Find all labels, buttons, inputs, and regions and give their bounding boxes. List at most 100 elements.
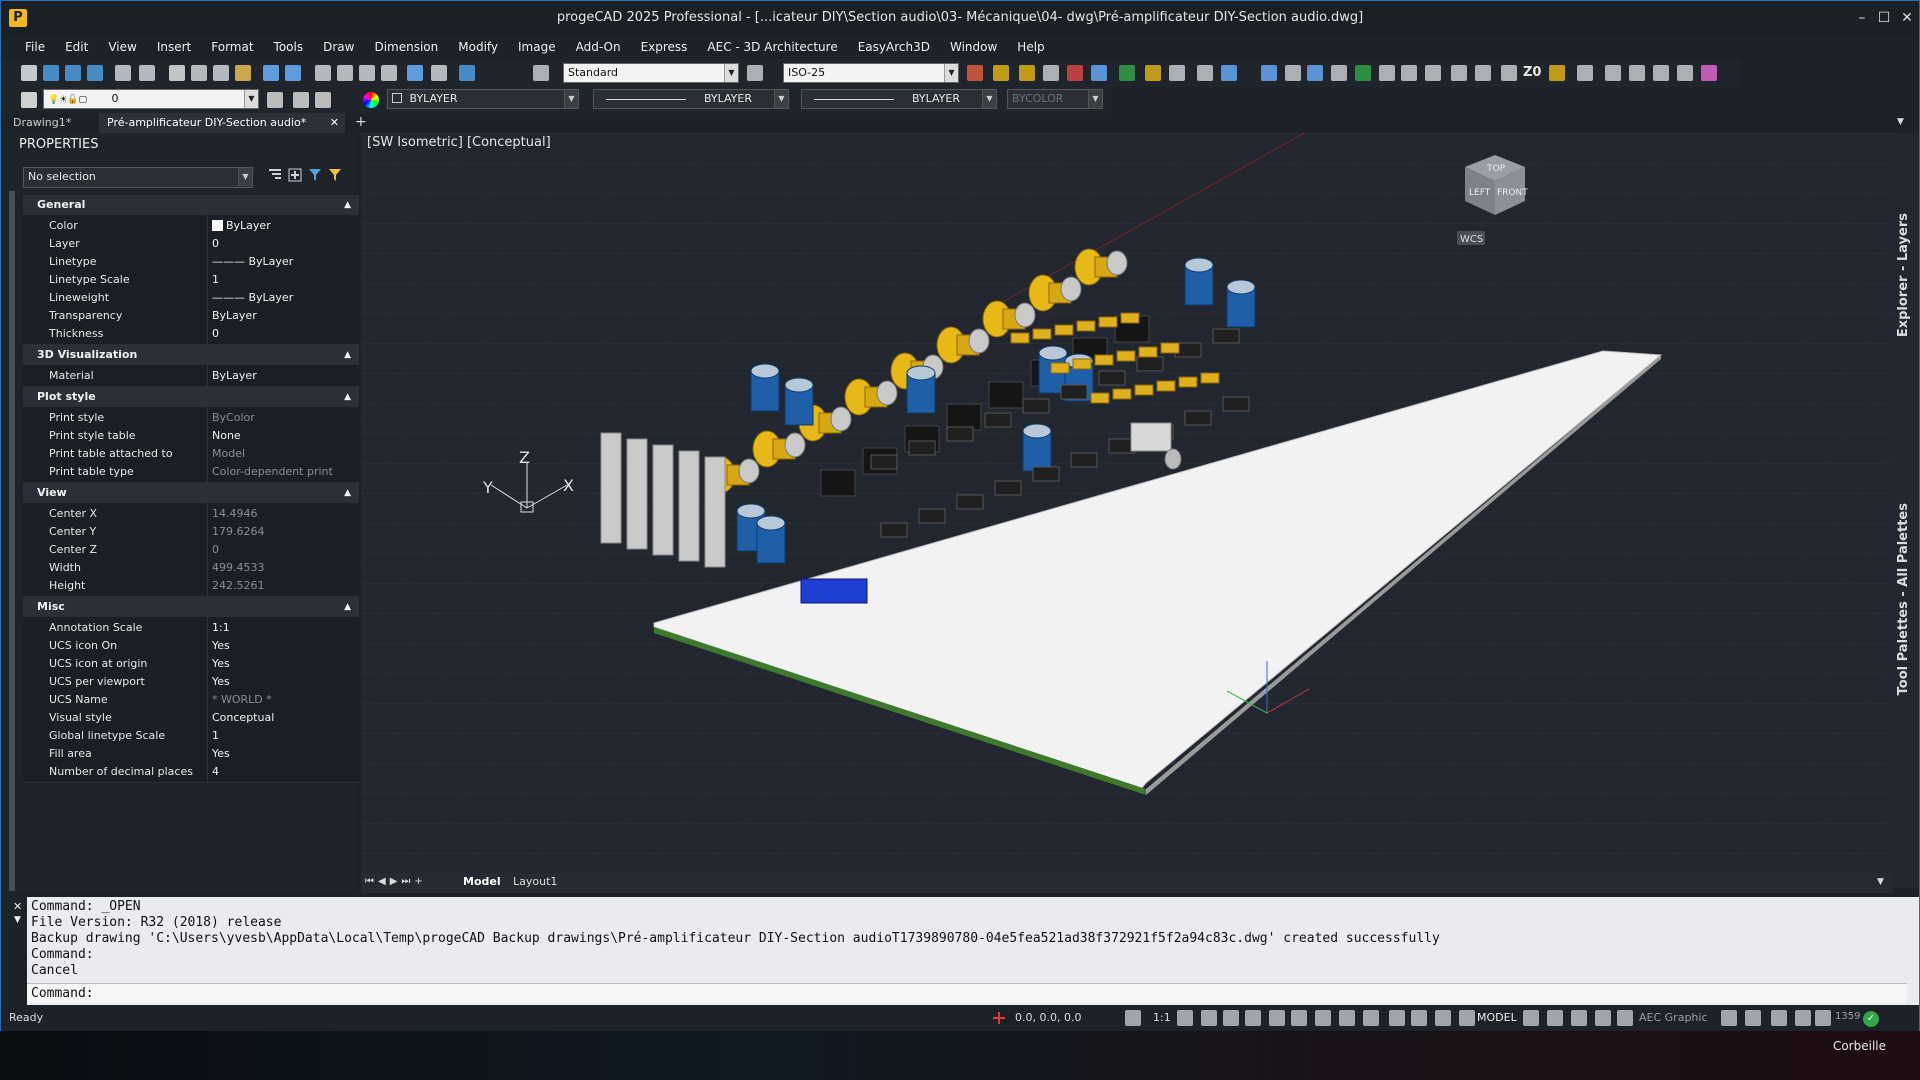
toolbar-tool-icon[interactable] — [43, 65, 59, 81]
chevron-down-icon[interactable]: ▼ — [944, 64, 958, 82]
annotation-scale[interactable]: 1:1 — [1153, 1011, 1171, 1024]
menu-view[interactable]: View — [98, 35, 146, 59]
collapse-icon[interactable]: ▲ — [344, 483, 351, 503]
toolbar-tool-icon[interactable] — [1379, 65, 1395, 81]
toolbar-tool-icon[interactable] — [213, 65, 229, 81]
toolbar-tool-icon[interactable] — [21, 65, 37, 81]
menu-draw[interactable]: Draw — [313, 35, 364, 59]
menu-file[interactable]: File — [15, 35, 55, 59]
chevron-down-icon[interactable]: ▼ — [774, 90, 788, 108]
menu-dimension[interactable]: Dimension — [364, 35, 448, 59]
toolbar-tool-icon[interactable] — [1501, 65, 1517, 81]
toolbar-tool-icon[interactable] — [1653, 65, 1669, 81]
toolbar-tool-icon[interactable] — [1285, 65, 1301, 81]
status-toggle-icon[interactable] — [1815, 1010, 1831, 1026]
layer-isolate-icon[interactable] — [293, 92, 309, 108]
toolbar-tool-icon[interactable] — [1355, 65, 1371, 81]
toolbar-tool-icon[interactable] — [1043, 65, 1059, 81]
toolbar-tool-icon[interactable] — [1577, 65, 1593, 81]
menu-window[interactable]: Window — [940, 35, 1007, 59]
status-toggle-icon[interactable] — [1721, 1010, 1737, 1026]
toolbar-tool-icon[interactable] — [1197, 65, 1213, 81]
status-toggle-icon[interactable] — [1223, 1010, 1239, 1026]
toolbar-tool-icon[interactable] — [1261, 65, 1277, 81]
status-toggle-icon[interactable] — [1595, 1010, 1611, 1026]
toolbar-tool-icon[interactable] — [285, 65, 301, 81]
status-toggle-icon[interactable] — [1315, 1010, 1331, 1026]
status-toggle-icon[interactable] — [1269, 1010, 1285, 1026]
property-value[interactable]: 4 — [207, 761, 357, 783]
tab-preamp[interactable]: Pré-amplificateur DIY-Section audio* ✕ — [99, 113, 345, 133]
tab-model[interactable]: Model — [463, 875, 501, 888]
toolbar-tool-icon[interactable] — [191, 65, 207, 81]
status-toggle-icon[interactable] — [1771, 1010, 1787, 1026]
toolbar-tool-icon[interactable] — [1145, 65, 1161, 81]
color-dropdown[interactable]: BYLAYER ▼ — [387, 89, 579, 109]
panel-scrollbar[interactable] — [9, 191, 15, 891]
model-viewport[interactable]: Z Y X TOP LEFT FRONT WCS [SW Isometric] … — [361, 133, 1893, 873]
tool-palettes-tab[interactable]: Tool Palettes - All Palettes — [1896, 503, 1911, 695]
viewcube-top-label[interactable]: TOP — [1486, 164, 1506, 174]
toolbar-tool-icon[interactable] — [1119, 65, 1135, 81]
property-value[interactable]: 242.5261 — [207, 575, 357, 597]
toolbar-tool-icon[interactable] — [359, 65, 375, 81]
toolbar-tool-icon[interactable] — [533, 65, 549, 81]
toolbar-tool-icon[interactable] — [235, 65, 251, 81]
collapse-icon[interactable]: ▲ — [344, 387, 351, 407]
tab-layout1[interactable]: Layout1 — [513, 875, 557, 888]
menu-insert[interactable]: Insert — [147, 35, 201, 59]
menu-help[interactable]: Help — [1007, 35, 1054, 59]
dim-style-dropdown[interactable]: ISO-25 ▼ — [783, 63, 959, 83]
toolbar-tool-icon[interactable] — [431, 65, 447, 81]
collapse-icon[interactable]: ▲ — [344, 345, 351, 365]
group-general[interactable]: General ▲ — [23, 195, 359, 215]
close-button[interactable]: ✕ — [1894, 7, 1920, 29]
coordinates-icon[interactable] — [991, 1010, 1007, 1026]
toolbar-tool-icon[interactable] — [1451, 65, 1467, 81]
group-view[interactable]: View ▲ — [23, 483, 359, 503]
viewcube-left-label[interactable]: LEFT — [1469, 188, 1491, 198]
menu-add-on[interactable]: Add-On — [566, 35, 631, 59]
chevron-down-icon[interactable]: ▼ — [982, 90, 996, 108]
coordinates-readout[interactable]: 0.0, 0.0, 0.0 — [1015, 1011, 1081, 1024]
status-toggle-icon[interactable] — [1411, 1010, 1427, 1026]
property-row[interactable]: Thickness 0 — [23, 323, 359, 345]
status-toggle-icon[interactable] — [1571, 1010, 1587, 1026]
toolbar-tool-icon[interactable] — [1019, 65, 1035, 81]
toggle-pickadd-icon[interactable] — [267, 167, 283, 183]
toolbar-tool-icon[interactable] — [1401, 65, 1417, 81]
viewport-label[interactable]: [SW Isometric] [Conceptual] — [367, 135, 551, 150]
close-icon[interactable]: ✕ — [330, 113, 339, 133]
close-icon[interactable]: ✕ — [9, 897, 27, 913]
layer-manager-icon[interactable] — [21, 92, 37, 108]
chevron-down-icon[interactable]: ▼ — [238, 168, 252, 186]
collapse-icon[interactable]: ▲ — [344, 597, 351, 617]
selection-dropdown[interactable]: No selection ▼ — [23, 167, 253, 188]
status-toggle-icon[interactable] — [1125, 1010, 1141, 1026]
group-misc[interactable]: Misc ▲ — [23, 597, 359, 617]
status-toggle-icon[interactable] — [1245, 1010, 1261, 1026]
chevron-down-icon[interactable]: ▼ — [1088, 90, 1102, 108]
check-icon[interactable]: ✓ — [1863, 1011, 1879, 1027]
toolbar-tool-icon[interactable] — [1091, 65, 1107, 81]
status-toggle-icon[interactable] — [1795, 1010, 1811, 1026]
property-row[interactable]: Height 242.5261 — [23, 575, 359, 597]
chevron-down-icon[interactable]: ▼ — [1897, 117, 1904, 127]
model-space-toggle[interactable]: MODEL — [1477, 1011, 1517, 1024]
status-toggle-icon[interactable] — [1339, 1010, 1355, 1026]
toolbar-tool-icon[interactable] — [1677, 65, 1693, 81]
layer-dropdown[interactable]: 💡☀🔓▢ 0 ▼ — [43, 89, 259, 109]
toolbar-tool-icon[interactable] — [87, 65, 103, 81]
toolbar-tool-icon[interactable] — [1307, 65, 1323, 81]
toolbar-tool-icon[interactable] — [65, 65, 81, 81]
color-wheel-icon[interactable] — [363, 92, 379, 108]
filter-icon[interactable] — [327, 167, 343, 183]
menu-easyarch3d[interactable]: EasyArch3D — [848, 35, 940, 59]
status-toggle-icon[interactable] — [1201, 1010, 1217, 1026]
toolbar-tool-icon[interactable] — [459, 65, 475, 81]
group-viz3d[interactable]: 3D Visualization ▲ — [23, 345, 359, 365]
toolbar-tool-icon[interactable] — [115, 65, 131, 81]
status-toggle-icon[interactable] — [1177, 1010, 1193, 1026]
toolbar-tool-icon[interactable] — [139, 65, 155, 81]
toolbar-tool-icon[interactable] — [1629, 65, 1645, 81]
